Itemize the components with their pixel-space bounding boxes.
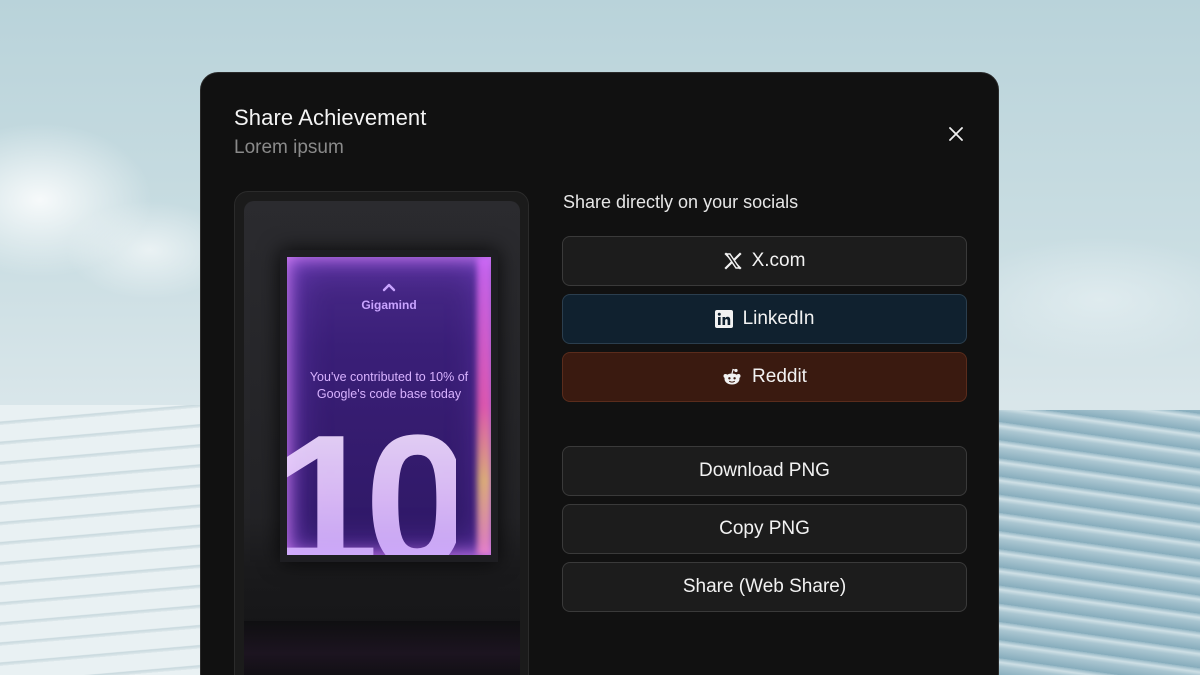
share-reddit-label: Reddit — [752, 366, 807, 387]
poster-number: 10 — [287, 407, 470, 555]
share-achievement-dialog: Share Achievement Lorem ipsum Gigamind Y… — [200, 72, 999, 675]
poster-brand: Gigamind — [361, 298, 417, 312]
share-x-button[interactable]: X.com — [562, 236, 967, 286]
share-linkedin-label: LinkedIn — [742, 308, 815, 329]
close-button[interactable] — [942, 120, 970, 148]
gigamind-logo-icon — [287, 279, 491, 297]
share-linkedin-button[interactable]: LinkedIn — [562, 294, 967, 344]
preview-floor — [244, 621, 520, 675]
background-steps-left — [0, 405, 210, 675]
socials-label: Share directly on your socials — [563, 192, 799, 212]
achievement-poster: Gigamind You've contributed to 10% of Go… — [287, 257, 491, 555]
web-share-button[interactable]: Share (Web Share) — [562, 562, 967, 612]
background-steps-right — [990, 410, 1200, 675]
reddit-logo-icon — [722, 368, 742, 386]
x-logo-icon — [724, 252, 742, 270]
download-png-button[interactable]: Download PNG — [562, 446, 967, 496]
share-reddit-button[interactable]: Reddit — [562, 352, 967, 402]
close-icon — [949, 127, 963, 141]
share-x-label: X.com — [751, 250, 806, 271]
poster-frame: Gigamind You've contributed to 10% of Go… — [280, 250, 498, 562]
dialog-title: Share Achievement — [234, 105, 427, 130]
achievement-preview-image: Gigamind You've contributed to 10% of Go… — [244, 201, 520, 675]
copy-png-button[interactable]: Copy PNG — [562, 504, 967, 554]
dialog-subtitle: Lorem ipsum — [234, 137, 344, 158]
linkedin-logo-icon — [714, 310, 733, 328]
achievement-preview-card: Gigamind You've contributed to 10% of Go… — [234, 191, 529, 675]
